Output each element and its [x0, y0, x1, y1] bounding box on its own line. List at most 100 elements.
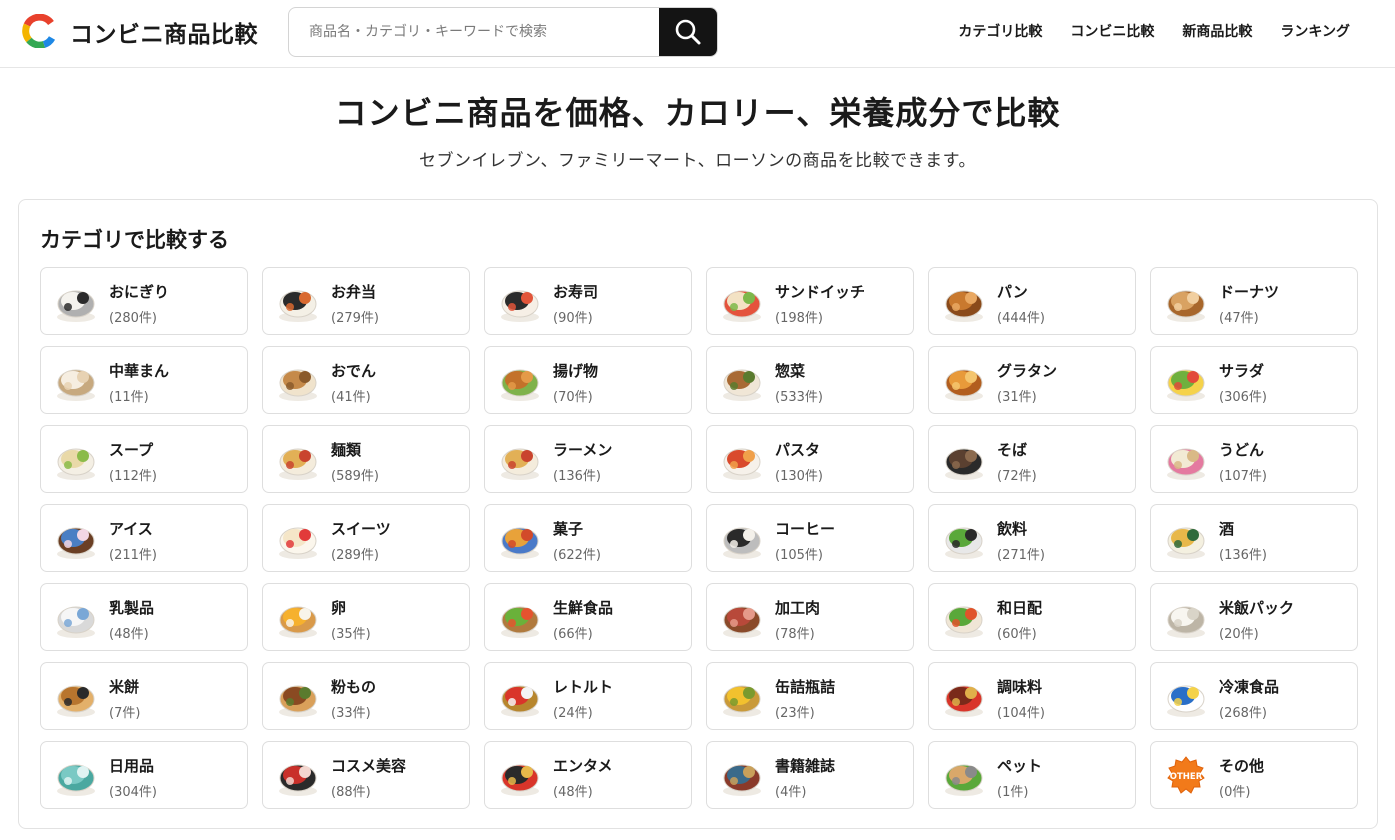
- category-card[interactable]: おでん (41件): [262, 346, 470, 414]
- search-input[interactable]: [289, 8, 659, 56]
- category-card[interactable]: 調味料 (104件): [928, 662, 1136, 730]
- category-count: (48件): [553, 785, 593, 800]
- canned-food-icon: [719, 675, 765, 719]
- category-card[interactable]: コスメ美容 (88件): [262, 741, 470, 809]
- category-card[interactable]: 缶詰瓶詰 (23件): [706, 662, 914, 730]
- category-name: 米餅: [109, 678, 140, 696]
- category-card[interactable]: 米餅 (7件): [40, 662, 248, 730]
- category-count: (271件): [997, 548, 1045, 563]
- fresh-produce-icon: [497, 596, 543, 640]
- category-name: 書籍雑誌: [775, 757, 836, 775]
- category-card[interactable]: 粉もの (33件): [262, 662, 470, 730]
- category-name: おにぎり: [109, 283, 170, 301]
- category-card[interactable]: サラダ (306件): [1150, 346, 1358, 414]
- site-logo-icon[interactable]: [22, 13, 56, 49]
- category-count: (48件): [109, 627, 149, 642]
- category-card[interactable]: レトルト (24件): [484, 662, 692, 730]
- alcohol-icon: [1163, 517, 1209, 561]
- category-count: (306件): [1219, 390, 1267, 405]
- nav-new-products[interactable]: 新商品比較: [1182, 21, 1252, 41]
- category-card[interactable]: 麺類 (589件): [262, 425, 470, 493]
- category-card[interactable]: サンドイッチ (198件): [706, 267, 914, 335]
- site-title[interactable]: コンビニ商品比較: [70, 15, 258, 49]
- category-card[interactable]: スープ (112件): [40, 425, 248, 493]
- category-count: (622件): [553, 548, 601, 563]
- category-section-title: カテゴリで比較する: [40, 228, 229, 252]
- category-name: アイス: [109, 520, 153, 538]
- category-card[interactable]: 和日配 (60件): [928, 583, 1136, 651]
- seasoning-icon: [941, 675, 987, 719]
- category-name: 酒: [1219, 520, 1235, 538]
- oden-icon: [275, 359, 321, 403]
- category-count: (35件): [331, 627, 371, 642]
- side-dish-icon: [719, 359, 765, 403]
- category-card[interactable]: 日用品 (304件): [40, 741, 248, 809]
- category-card[interactable]: ラーメン (136件): [484, 425, 692, 493]
- rice-pack-icon: [1163, 596, 1209, 640]
- ice-cream-icon: [53, 517, 99, 561]
- category-card[interactable]: スイーツ (289件): [262, 504, 470, 572]
- category-card[interactable]: 書籍雑誌 (4件): [706, 741, 914, 809]
- noodles-icon: [275, 438, 321, 482]
- nav-store-compare[interactable]: コンビニ比較: [1070, 21, 1154, 41]
- category-count: (533件): [775, 390, 823, 405]
- processed-meat-icon: [719, 596, 765, 640]
- category-card[interactable]: おにぎり (280件): [40, 267, 248, 335]
- category-count: (105件): [775, 548, 823, 563]
- category-card[interactable]: ペット (1件): [928, 741, 1136, 809]
- category-count: (20件): [1219, 627, 1259, 642]
- category-card[interactable]: グラタン (31件): [928, 346, 1136, 414]
- category-card[interactable]: 卵 (35件): [262, 583, 470, 651]
- category-name: ドーナツ: [1219, 283, 1280, 301]
- category-card[interactable]: うどん (107件): [1150, 425, 1358, 493]
- category-card[interactable]: 菓子 (622件): [484, 504, 692, 572]
- category-name: サラダ: [1219, 362, 1265, 380]
- coffee-icon: [719, 517, 765, 561]
- category-card[interactable]: 中華まん (11件): [40, 346, 248, 414]
- category-card[interactable]: そば (72件): [928, 425, 1136, 493]
- category-count: (88件): [331, 785, 371, 800]
- category-card[interactable]: 揚げ物 (70件): [484, 346, 692, 414]
- category-card[interactable]: パスタ (130件): [706, 425, 914, 493]
- books-icon: [719, 754, 765, 798]
- retort-food-icon: [497, 675, 543, 719]
- ramen-icon: [497, 438, 543, 482]
- category-card[interactable]: エンタメ (48件): [484, 741, 692, 809]
- sushi-icon: [497, 280, 543, 324]
- category-name: 調味料: [997, 678, 1043, 696]
- category-card[interactable]: お弁当 (279件): [262, 267, 470, 335]
- entertainment-icon: [497, 754, 543, 798]
- category-card[interactable]: OTHER その他 (0件): [1150, 741, 1358, 809]
- category-card[interactable]: 冷凍食品 (268件): [1150, 662, 1358, 730]
- category-count: (33件): [331, 706, 371, 721]
- category-count: (130件): [775, 469, 823, 484]
- category-card[interactable]: 飲料 (271件): [928, 504, 1136, 572]
- pet-icon: [941, 754, 987, 798]
- category-card[interactable]: 生鮮食品 (66件): [484, 583, 692, 651]
- category-card[interactable]: コーヒー (105件): [706, 504, 914, 572]
- category-count: (211件): [109, 548, 157, 563]
- category-name: エンタメ: [553, 757, 613, 775]
- nav-category-compare[interactable]: カテゴリ比較: [958, 21, 1042, 41]
- category-count: (280件): [109, 311, 157, 326]
- other-icon: OTHER: [1163, 754, 1209, 798]
- category-count: (444件): [997, 311, 1045, 326]
- category-card[interactable]: 加工肉 (78件): [706, 583, 914, 651]
- category-name: 飲料: [997, 520, 1028, 538]
- category-count: (7件): [109, 706, 141, 721]
- category-card[interactable]: 酒 (136件): [1150, 504, 1358, 572]
- category-card[interactable]: 乳製品 (48件): [40, 583, 248, 651]
- category-card[interactable]: ドーナツ (47件): [1150, 267, 1358, 335]
- main-nav: カテゴリ比較 コンビニ比較 新商品比較 ランキング: [958, 21, 1350, 41]
- category-card[interactable]: お寿司 (90件): [484, 267, 692, 335]
- category-card[interactable]: 米飯パック (20件): [1150, 583, 1358, 651]
- nav-ranking[interactable]: ランキング: [1280, 21, 1350, 41]
- category-name: 惣菜: [775, 362, 806, 380]
- category-name: サンドイッチ: [775, 283, 866, 301]
- category-card[interactable]: パン (444件): [928, 267, 1136, 335]
- category-count: (198件): [775, 311, 823, 326]
- category-card[interactable]: 惣菜 (533件): [706, 346, 914, 414]
- search-button[interactable]: [659, 8, 717, 56]
- category-name: 冷凍食品: [1219, 678, 1280, 696]
- category-card[interactable]: アイス (211件): [40, 504, 248, 572]
